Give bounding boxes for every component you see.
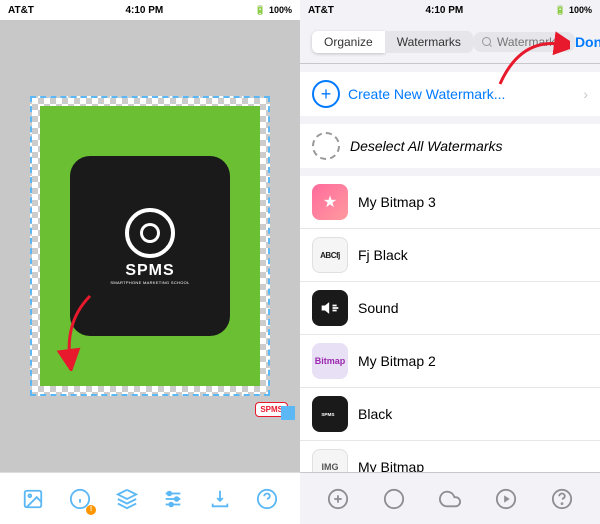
left-status-bar: AT&T 4:10 PM 🔋 100%: [0, 0, 300, 20]
watermark-item-my-bitmap[interactable]: IMG My Bitmap: [300, 441, 600, 472]
cloud-btn[interactable]: [434, 483, 466, 515]
create-new-label: Create New Watermark...: [348, 86, 583, 102]
done-button[interactable]: Done: [575, 34, 600, 50]
right-battery-icon: 🔋: [555, 5, 566, 16]
watermarks-list: + Create New Watermark... › Deselect All…: [300, 64, 600, 472]
fj-black-icon: ABCfj: [312, 237, 348, 273]
deselect-circle-icon: [312, 132, 340, 160]
info-badge: !: [86, 505, 96, 515]
watermark-item-my-bitmap-3[interactable]: ★ My Bitmap 3: [300, 176, 600, 229]
watermark-item-my-bitmap-2[interactable]: Bitmap My Bitmap 2: [300, 335, 600, 388]
watermark-item-black[interactable]: SPMS Black: [300, 388, 600, 441]
left-battery-pct: 100%: [269, 5, 292, 15]
my-bitmap-label: My Bitmap: [358, 459, 588, 472]
black-label: Black: [358, 406, 588, 422]
watermark-item-sound[interactable]: Sound: [300, 282, 600, 335]
create-section: + Create New Watermark... ›: [300, 72, 600, 116]
create-chevron-icon: ›: [583, 86, 588, 102]
right-status-bar: AT&T 4:10 PM 🔋 100%: [300, 0, 600, 20]
left-panel: AT&T 4:10 PM 🔋 100% SPMS SMARTPHONE MARK…: [0, 0, 300, 524]
left-carrier: AT&T: [8, 5, 34, 16]
create-plus-icon: +: [312, 80, 340, 108]
right-nav: Organize Watermarks Done: [300, 20, 600, 64]
deselect-label: Deselect All Watermarks: [350, 138, 588, 154]
deselect-all-item[interactable]: Deselect All Watermarks: [300, 124, 600, 168]
sound-icon: [312, 290, 348, 326]
circle-btn[interactable]: [378, 483, 410, 515]
image-icon-btn[interactable]: [19, 485, 47, 513]
organize-tab[interactable]: Organize: [312, 31, 385, 53]
left-toolbar: !: [0, 472, 300, 524]
spms-sub: SMARTPHONE MARKETING SCHOOL: [110, 280, 189, 285]
play-circle-btn[interactable]: [490, 483, 522, 515]
search-box[interactable]: [473, 32, 575, 52]
left-status-icons: 🔋 100%: [255, 5, 292, 16]
search-input[interactable]: [497, 35, 567, 49]
fj-black-label: Fj Black: [358, 247, 588, 263]
canvas-area[interactable]: SPMS SMARTPHONE MARKETING SCHOOL: [0, 20, 300, 472]
my-bitmap-3-icon: ★: [312, 184, 348, 220]
my-bitmap-icon: IMG: [312, 449, 348, 472]
left-time: 4:10 PM: [125, 5, 163, 16]
canvas-checkered: SPMS SMARTPHONE MARKETING SCHOOL: [30, 96, 270, 396]
export-icon-btn[interactable]: [206, 485, 234, 513]
create-new-watermark-item[interactable]: + Create New Watermark... ›: [300, 72, 600, 116]
add-circle-btn[interactable]: [322, 483, 354, 515]
my-bitmap-2-label: My Bitmap 2: [358, 353, 588, 369]
right-battery-pct: 100%: [569, 5, 592, 15]
blue-indicator: [281, 406, 295, 420]
info-icon-btn[interactable]: !: [66, 485, 94, 513]
right-time: 4:10 PM: [425, 5, 463, 16]
watermarks-section: ★ My Bitmap 3 ABCfj Fj Black: [300, 176, 600, 472]
nav-segment: Organize Watermarks: [312, 31, 473, 53]
help-icon-btn[interactable]: [253, 485, 281, 513]
black-spms-icon: SPMS: [320, 407, 340, 421]
bag-body: SPMS SMARTPHONE MARKETING SCHOOL: [70, 156, 230, 336]
search-icon: [481, 36, 493, 48]
logo-circle: [125, 208, 175, 258]
right-carrier: AT&T: [308, 5, 334, 16]
deselect-section: Deselect All Watermarks: [300, 124, 600, 168]
left-battery-icon: 🔋: [255, 5, 266, 16]
watermark-item-fj-black[interactable]: ABCfj Fj Black: [300, 229, 600, 282]
svg-text:SPMS: SPMS: [321, 412, 334, 417]
sound-wave-icon: [320, 298, 340, 318]
right-toolbar: [300, 472, 600, 524]
layers-icon-btn[interactable]: [113, 485, 141, 513]
black-icon: SPMS: [312, 396, 348, 432]
bag-image: SPMS SMARTPHONE MARKETING SCHOOL: [40, 106, 260, 386]
bag-logo: SPMS SMARTPHONE MARKETING SCHOOL: [110, 208, 189, 285]
right-status-icons: 🔋 100%: [555, 5, 592, 16]
watermarks-tab[interactable]: Watermarks: [385, 31, 473, 53]
spms-text: SPMS: [125, 262, 174, 280]
sound-label: Sound: [358, 300, 588, 316]
help-circle-btn[interactable]: [546, 483, 578, 515]
my-bitmap-2-icon: Bitmap: [312, 343, 348, 379]
sliders-icon-btn[interactable]: [159, 485, 187, 513]
right-panel: AT&T 4:10 PM 🔋 100% Organize Watermarks …: [300, 0, 600, 524]
my-bitmap-3-label: My Bitmap 3: [358, 194, 588, 210]
